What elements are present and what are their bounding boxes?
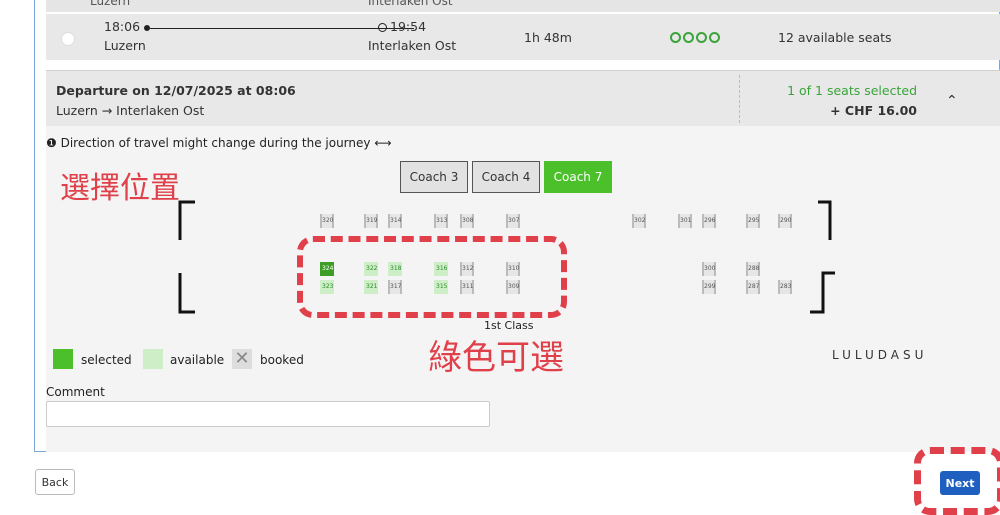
back-button[interactable]: Back bbox=[35, 469, 75, 495]
seat-314: 314 bbox=[388, 214, 402, 228]
seat-283: 283 bbox=[778, 280, 792, 294]
comment-label: Comment bbox=[46, 385, 105, 399]
watermark-text: LULUDASU bbox=[832, 348, 928, 362]
seat-308: 308 bbox=[460, 214, 474, 228]
legend-available-swatch bbox=[143, 349, 163, 369]
seat-287: 287 bbox=[746, 280, 760, 294]
seat-295: 295 bbox=[746, 214, 760, 228]
annotation-highlight-seats bbox=[297, 236, 567, 318]
seat-307: 307 bbox=[506, 214, 520, 228]
comment-field[interactable] bbox=[46, 401, 490, 427]
seat-288: 288 bbox=[746, 262, 760, 276]
seat-319: 319 bbox=[364, 214, 378, 228]
annotation-highlight-next bbox=[914, 447, 1000, 515]
seat-313: 313 bbox=[434, 214, 448, 228]
legend-booked-label: booked bbox=[260, 353, 304, 367]
seat-300: 300 bbox=[702, 262, 716, 276]
legend-selected-label: selected bbox=[81, 353, 132, 367]
annotation-green-available: 綠色可選 bbox=[428, 338, 564, 378]
legend-available-label: available bbox=[170, 353, 225, 367]
legend-selected-swatch bbox=[53, 349, 73, 369]
booked-x-icon: ✕ bbox=[232, 349, 252, 369]
seat-299: 299 bbox=[702, 280, 716, 294]
seat-290: 290 bbox=[778, 214, 792, 228]
seat-301: 301 bbox=[678, 214, 692, 228]
seat-302: 302 bbox=[632, 214, 646, 228]
seat-320: 320 bbox=[320, 214, 334, 228]
seat-296: 296 bbox=[702, 214, 716, 228]
